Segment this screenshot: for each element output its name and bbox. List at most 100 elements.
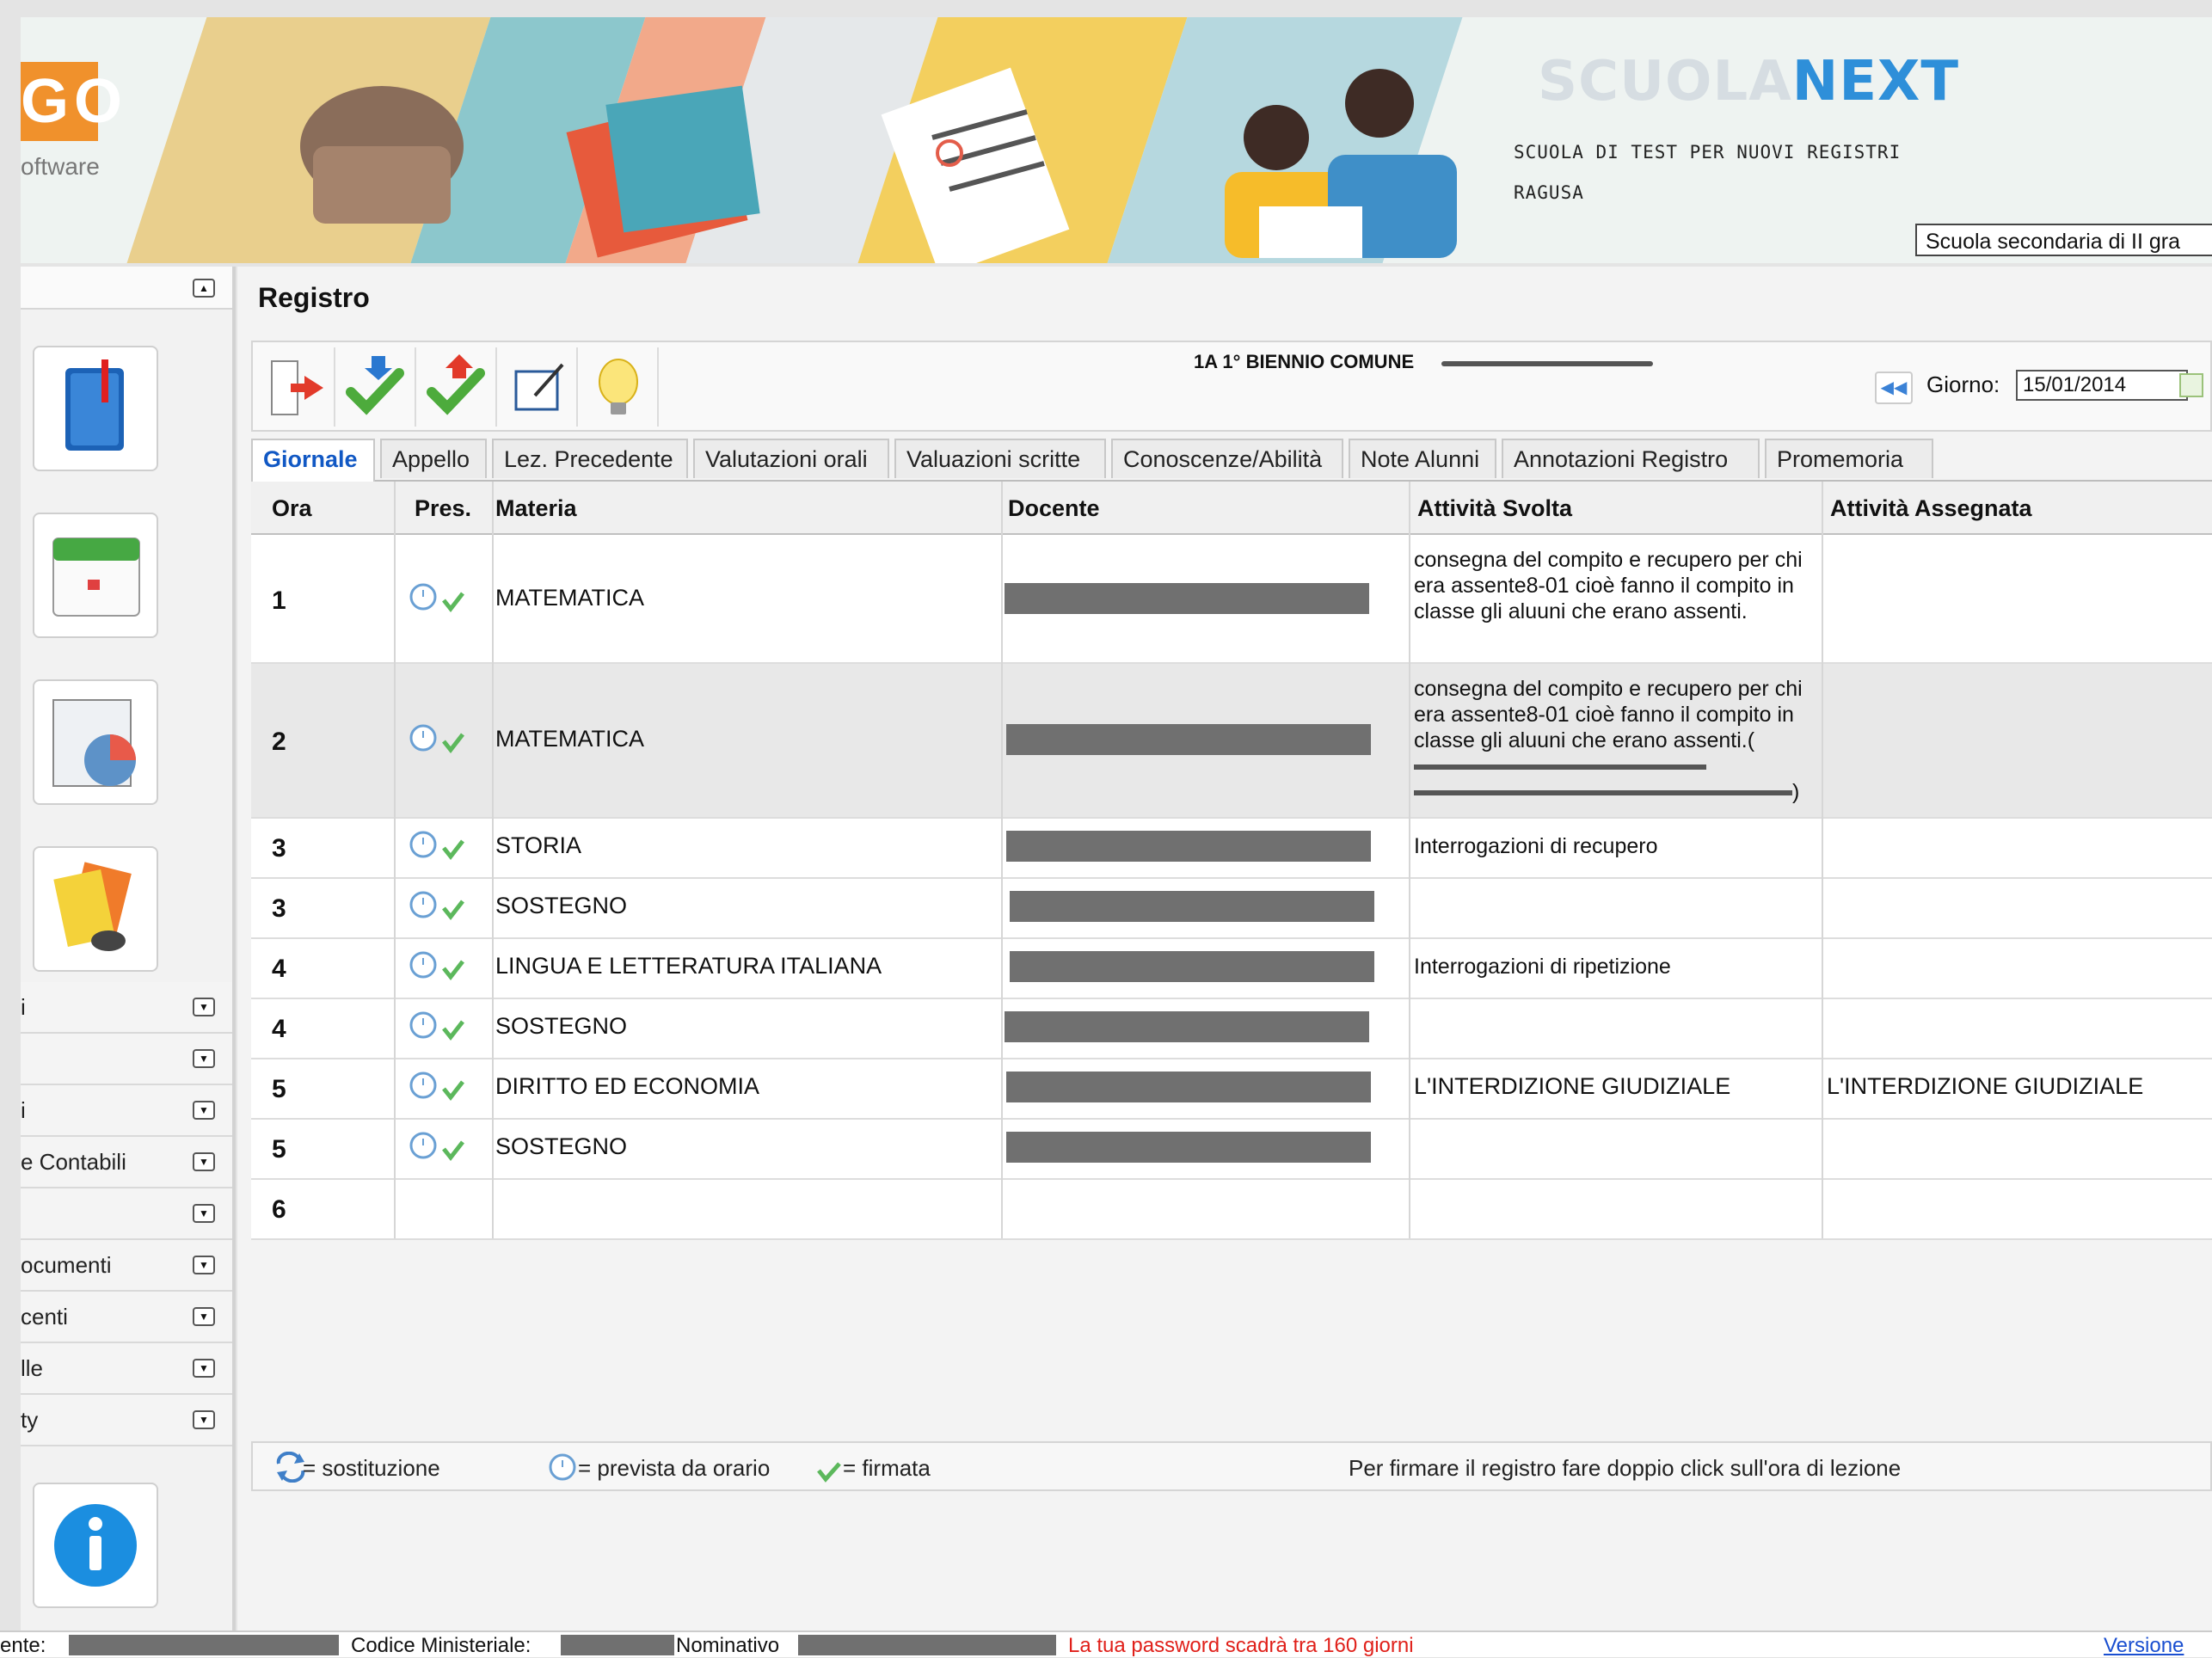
chart-icon: [52, 699, 136, 787]
download-sign-button[interactable]: [337, 347, 416, 427]
chevron-down-icon[interactable]: ▼: [193, 1307, 215, 1326]
table-row[interactable]: 2 MATEMATICA consegna del compito e recu…: [251, 664, 2212, 819]
sidebar-menu-3[interactable]: i ▼: [21, 1085, 232, 1137]
materia-cell: LINGUA E LETTERATURA ITALIANA: [495, 953, 882, 979]
sidebar-menu-5[interactable]: ▼: [21, 1188, 232, 1240]
attivita-svolta-cell: Interrogazioni di ripetizione: [1414, 955, 1671, 979]
chevron-down-icon[interactable]: ▼: [193, 1101, 215, 1120]
date-input[interactable]: 15/01/2014: [2016, 370, 2188, 401]
attivita-svolta-close: ): [1792, 780, 1800, 804]
brand-part2: NEXT: [1791, 50, 1960, 114]
materia-cell: DIRITTO ED ECONOMIA: [495, 1073, 760, 1099]
exit-button[interactable]: [256, 347, 335, 427]
table-row[interactable]: 4 SOSTEGNO: [251, 999, 2212, 1059]
tab-appello[interactable]: Appello: [380, 439, 487, 478]
tab-giornale[interactable]: Giornale: [251, 439, 375, 482]
giorno-label: Giorno:: [1926, 372, 2000, 397]
page-title: Registro: [258, 282, 370, 313]
check-up-icon: [427, 354, 485, 415]
collapse-up-icon[interactable]: ▲: [193, 279, 215, 298]
table-row[interactable]: 5 DIRITTO ED ECONOMIA L'INTERDIZIONE GIU…: [251, 1059, 2212, 1120]
sidebar-menu-documenti[interactable]: ocumenti ▼: [21, 1240, 232, 1292]
reports-tile-button[interactable]: [33, 679, 158, 805]
table-row[interactable]: 3 SOSTEGNO: [251, 879, 2212, 939]
tab-note-alunni[interactable]: Note Alunni: [1349, 439, 1496, 478]
presence-icons: [409, 1072, 478, 1112]
info-tile-button[interactable]: [33, 1483, 158, 1608]
tab-annotazioni-registro[interactable]: Annotazioni Registro: [1502, 439, 1760, 478]
table-row[interactable]: 1 MATEMATICA consegna del compito e recu…: [251, 535, 2212, 664]
ora-cell: 5: [272, 1135, 286, 1164]
column-header-attivita-svolta[interactable]: Attività Svolta: [1417, 495, 1572, 522]
school-type-select[interactable]: Scuola secondaria di II gra: [1915, 224, 2212, 256]
column-header-attivita-assegnata[interactable]: Attività Assegnata: [1830, 495, 2032, 522]
sidebar-menu-contabili[interactable]: e Contabili ▼: [21, 1137, 232, 1188]
header-banner: GO oftware SCUOLANEXT SCUOLA DI TEST PER…: [21, 17, 2212, 263]
chevron-down-icon[interactable]: ▼: [193, 1204, 215, 1223]
materia-cell: SOSTEGNO: [495, 1133, 628, 1159]
sidebar-menu-label: ty: [21, 1407, 39, 1433]
column-header-pres[interactable]: Pres.: [415, 495, 471, 522]
calendar-tile-button[interactable]: [33, 513, 158, 638]
calendar-picker-icon[interactable]: [2179, 373, 2203, 397]
column-header-ora[interactable]: Ora: [272, 495, 312, 522]
tab-promemoria[interactable]: Promemoria: [1765, 439, 1933, 478]
sidebar: ▲ i ▼ ▼ i ▼ e Contabili ▼ ▼ ocumenti ▼ c…: [21, 267, 236, 1634]
table-row[interactable]: 5 SOSTEGNO: [251, 1120, 2212, 1180]
version-link[interactable]: Versione: [2104, 1634, 2184, 1658]
table-row[interactable]: 4 LINGUA E LETTERATURA ITALIANA Interrog…: [251, 939, 2212, 999]
chevron-down-icon[interactable]: ▼: [193, 1410, 215, 1429]
table-row[interactable]: 3 STORIA Interrogazioni di recupero: [251, 819, 2212, 879]
chevron-down-icon[interactable]: ▼: [193, 1049, 215, 1068]
attivita-assegnata-cell: L'INTERDIZIONE GIUDIZIALE: [1827, 1073, 2144, 1099]
attivita-svolta-text: consegna del compito e recupero per chi …: [1414, 677, 1803, 752]
redacted-text: [1414, 790, 1792, 796]
column-divider: [492, 482, 494, 1238]
redacted-docente: [1010, 891, 1374, 922]
chevron-down-icon[interactable]: ▼: [193, 1359, 215, 1378]
table-row[interactable]: 6: [251, 1180, 2212, 1240]
column-divider: [1001, 482, 1003, 1238]
tips-button[interactable]: [580, 347, 659, 427]
redacted-text: [1441, 361, 1653, 366]
ora-cell: 2: [272, 728, 286, 756]
sidebar-menu-1[interactable]: i ▼: [21, 982, 232, 1034]
cards-tile-button[interactable]: [33, 846, 158, 972]
redacted-ente: [69, 1635, 339, 1655]
sidebar-menu-docenti[interactable]: centi ▼: [21, 1292, 232, 1343]
cards-icon: [53, 862, 132, 951]
edit-button[interactable]: [499, 347, 578, 427]
registro-tile-button[interactable]: [33, 346, 158, 471]
chevron-down-icon[interactable]: ▼: [193, 1152, 215, 1171]
sidebar-menu-label: ocumenti: [21, 1252, 112, 1278]
attivita-svolta-cell: consegna del compito e recupero per chi …: [1414, 676, 1823, 805]
presence-icons: [409, 583, 478, 623]
materia-cell: SOSTEGNO: [495, 1013, 628, 1039]
ora-cell: 4: [272, 955, 286, 983]
tab-bar: Giornale Appello Lez. Precedente Valutaz…: [251, 435, 2212, 482]
sidebar-menu-utility[interactable]: ty ▼: [21, 1395, 232, 1446]
ente-label: ente:: [0, 1634, 46, 1657]
column-divider: [1409, 482, 1410, 1238]
redacted-docente: [1010, 951, 1374, 982]
ora-cell: 5: [272, 1075, 286, 1103]
book-icon: [65, 359, 124, 451]
sidebar-menu-2[interactable]: ▼: [21, 1034, 232, 1085]
brand-part1: SCUOLA: [1538, 50, 1792, 114]
legend-sostituzione: = sostituzione: [303, 1455, 440, 1481]
tab-valutazioni-scritte[interactable]: Valuazioni scritte: [894, 439, 1106, 478]
previous-day-icon[interactable]: ◀◀: [1875, 372, 1913, 404]
column-header-docente[interactable]: Docente: [1008, 495, 1100, 522]
presence-icons: [409, 891, 478, 931]
chevron-down-icon[interactable]: ▼: [193, 998, 215, 1016]
tab-lez-precedente[interactable]: Lez. Precedente: [492, 439, 688, 478]
tab-valutazioni-orali[interactable]: Valutazioni orali: [693, 439, 889, 478]
tab-conoscenze-abilita[interactable]: Conoscenze/Abilità: [1111, 439, 1343, 478]
logo-subtitle: oftware: [21, 153, 100, 180]
column-header-materia[interactable]: Materia: [495, 495, 577, 522]
nominativo-label: Nominativo: [676, 1634, 780, 1657]
chevron-down-icon[interactable]: ▼: [193, 1256, 215, 1274]
sidebar-menu-tabelle[interactable]: lle ▼: [21, 1343, 232, 1395]
upload-sign-button[interactable]: [418, 347, 497, 427]
ora-cell: 6: [272, 1195, 286, 1224]
